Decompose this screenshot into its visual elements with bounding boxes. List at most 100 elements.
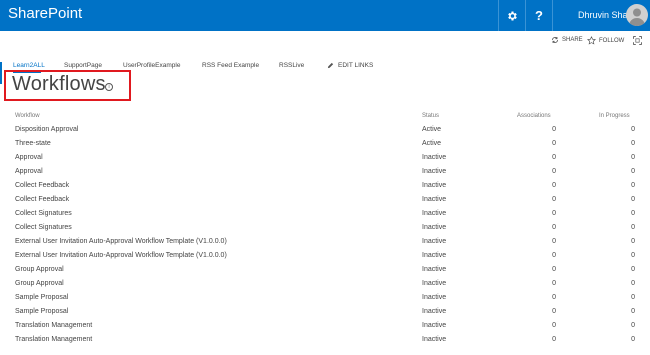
- sharepoint-brand-link[interactable]: SharePoint: [8, 5, 82, 22]
- table-row: Three-state Active 0 0: [0, 137, 650, 151]
- workflow-status: Inactive: [422, 154, 447, 161]
- table-row: Collect Signatures Inactive 0 0: [0, 207, 650, 221]
- workflow-status: Inactive: [422, 294, 447, 301]
- workflow-associations: 0: [552, 126, 556, 133]
- workflow-status: Inactive: [422, 238, 447, 245]
- workflow-status: Active: [422, 140, 442, 147]
- workflow-name-link[interactable]: Approval: [15, 168, 43, 175]
- edit-links-button[interactable]: EDIT LINKS: [327, 62, 373, 69]
- table-row: Collect Signatures Inactive 0 0: [0, 221, 650, 235]
- workflow-name-link[interactable]: Approval: [15, 154, 43, 161]
- workflow-associations: 0: [552, 182, 556, 189]
- nav-item-rsslive[interactable]: RSSLive: [279, 62, 304, 69]
- suite-bar: SharePoint ? Dhruvin Shah: [0, 0, 650, 31]
- workflow-name-link[interactable]: Collect Feedback: [15, 196, 69, 203]
- workflow-in-progress: 0: [631, 252, 635, 259]
- table-row: Translation Management Inactive 0 0: [0, 333, 650, 347]
- table-row: External User Invitation Auto-Approval W…: [0, 235, 650, 249]
- nav-item-rss-feed-example[interactable]: RSS Feed Example: [202, 62, 259, 69]
- suite-bar-divider: [552, 0, 553, 31]
- table-row: Approval Inactive 0 0: [0, 151, 650, 165]
- workflow-table-body: Disposition Approval Active 0 0 Three-state A…: [0, 123, 650, 347]
- workflow-in-progress: 0: [631, 294, 635, 301]
- help-icon: ?: [535, 8, 543, 23]
- workflow-status: Inactive: [422, 168, 447, 175]
- workflow-associations: 0: [552, 224, 556, 231]
- table-row: Disposition Approval Active 0 0: [0, 123, 650, 137]
- table-row: External User Invitation Auto-Approval W…: [0, 249, 650, 263]
- workflow-name-link[interactable]: External User Invitation Auto-Approval W…: [15, 252, 227, 259]
- workflow-name-link[interactable]: External User Invitation Auto-Approval W…: [15, 238, 227, 245]
- focus-on-content-button[interactable]: [633, 36, 642, 45]
- workflow-name-link[interactable]: Group Approval: [15, 266, 64, 273]
- workflow-in-progress: 0: [631, 168, 635, 175]
- workflow-name-link[interactable]: Sample Proposal: [15, 294, 68, 301]
- share-button[interactable]: SHARE: [551, 36, 583, 44]
- workflow-in-progress: 0: [631, 224, 635, 231]
- workflow-name-link[interactable]: Collect Signatures: [15, 210, 72, 217]
- workflow-associations: 0: [552, 280, 556, 287]
- settings-button[interactable]: [499, 0, 525, 31]
- workflow-associations: 0: [552, 322, 556, 329]
- edit-links-label: EDIT LINKS: [338, 62, 374, 69]
- header-associations: Associations: [517, 113, 551, 119]
- workflow-in-progress: 0: [631, 266, 635, 273]
- follow-label: FOLLOW: [599, 37, 625, 44]
- workflow-name-link[interactable]: Three-state: [15, 140, 51, 147]
- info-icon[interactable]: i: [105, 83, 113, 91]
- workflow-associations: 0: [552, 308, 556, 315]
- gear-icon: [508, 11, 517, 20]
- table-row: Collect Feedback Inactive 0 0: [0, 179, 650, 193]
- table-row: Group Approval Inactive 0 0: [0, 263, 650, 277]
- workflow-in-progress: 0: [631, 238, 635, 245]
- action-bar: SHARE FOLLOW: [0, 31, 650, 51]
- workflow-status: Inactive: [422, 336, 447, 343]
- header-workflow: Workflow: [15, 113, 40, 119]
- follow-star-icon: [587, 36, 596, 45]
- nav-item-userprofileexample[interactable]: UserProfileExample: [123, 62, 180, 69]
- workflow-name-link[interactable]: Group Approval: [15, 280, 64, 287]
- workflow-status: Inactive: [422, 308, 447, 315]
- workflow-status: Inactive: [422, 266, 447, 273]
- table-row: Sample Proposal Inactive 0 0: [0, 291, 650, 305]
- workflow-in-progress: 0: [631, 280, 635, 287]
- workflow-status: Inactive: [422, 182, 447, 189]
- focus-icon: [633, 36, 642, 45]
- workflow-name-link[interactable]: Translation Management: [15, 336, 92, 343]
- workflow-associations: 0: [552, 140, 556, 147]
- workflow-status: Inactive: [422, 322, 447, 329]
- workflow-in-progress: 0: [631, 308, 635, 315]
- user-menu-name[interactable]: Dhruvin Shah: [578, 10, 633, 20]
- workflow-name-link[interactable]: Collect Feedback: [15, 182, 69, 189]
- workflow-in-progress: 0: [631, 210, 635, 217]
- share-label: SHARE: [562, 37, 583, 43]
- workflow-in-progress: 0: [631, 196, 635, 203]
- header-status: Status: [422, 113, 440, 119]
- workflow-status: Inactive: [422, 196, 447, 203]
- avatar-silhouette-icon: [629, 8, 645, 26]
- header-in-progress: In Progress: [599, 113, 630, 119]
- help-button[interactable]: ?: [526, 0, 552, 31]
- avatar[interactable]: [626, 4, 648, 26]
- workflow-name-link[interactable]: Collect Signatures: [15, 224, 72, 231]
- workflow-name-link[interactable]: Disposition Approval: [15, 126, 78, 133]
- table-row: Group Approval Inactive 0 0: [0, 277, 650, 291]
- workflow-status: Inactive: [422, 210, 447, 217]
- workflow-associations: 0: [552, 238, 556, 245]
- workflow-name-link[interactable]: Sample Proposal: [15, 308, 68, 315]
- workflow-in-progress: 0: [631, 336, 635, 343]
- workflow-in-progress: 0: [631, 182, 635, 189]
- follow-button[interactable]: FOLLOW: [587, 36, 624, 45]
- page-title: Workflows: [12, 73, 106, 95]
- workflow-name-link[interactable]: Translation Management: [15, 322, 92, 329]
- nav-item-learn2all[interactable]: Learn2ALL: [13, 62, 45, 69]
- workflow-table-header: Workflow Status Associations In Progress: [0, 113, 650, 123]
- share-icon: [552, 37, 558, 43]
- workflow-in-progress: 0: [631, 140, 635, 147]
- table-row: Sample Proposal Inactive 0 0: [0, 305, 650, 319]
- table-row: Translation Management Inactive 0 0: [0, 319, 650, 333]
- workflow-associations: 0: [552, 168, 556, 175]
- nav-item-supportpage[interactable]: SupportPage: [64, 62, 102, 69]
- workflow-status: Active: [422, 126, 442, 133]
- workflow-in-progress: 0: [631, 322, 635, 329]
